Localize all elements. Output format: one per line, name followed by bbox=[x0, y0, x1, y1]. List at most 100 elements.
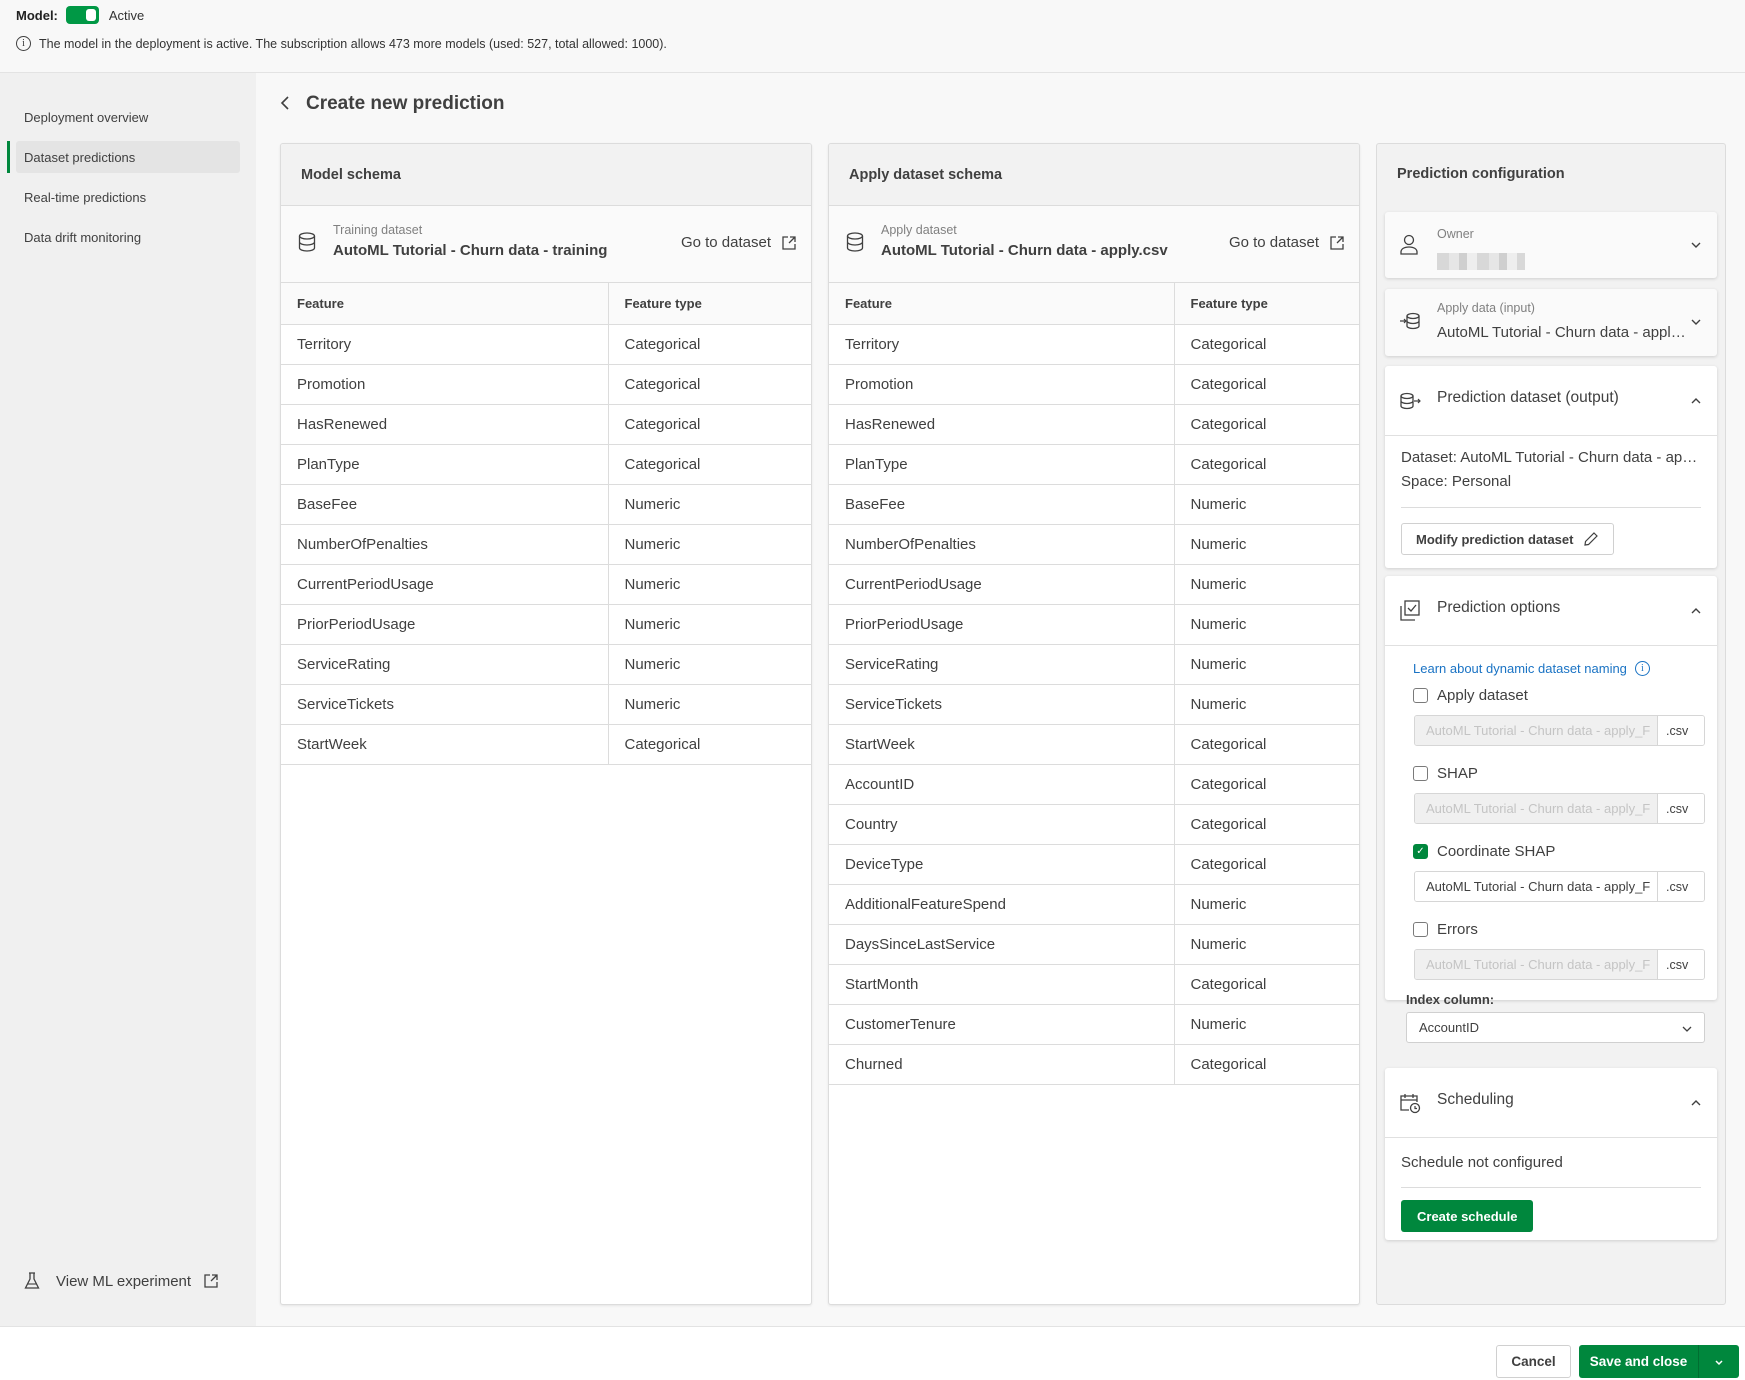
model-schema-table: Feature Feature type Territory Categorica… bbox=[281, 283, 811, 765]
feature-cell: ServiceTickets bbox=[281, 684, 609, 725]
model-active-toggle[interactable] bbox=[65, 6, 99, 24]
table-row: Promotion Categorical bbox=[281, 364, 811, 405]
table-row: HasRenewed Categorical bbox=[281, 404, 811, 445]
checkbox[interactable] bbox=[1413, 688, 1428, 703]
sidebar-item-label: Real-time predictions bbox=[24, 189, 147, 205]
cancel-label: Cancel bbox=[1511, 1354, 1556, 1369]
table-row: BaseFee Numeric bbox=[829, 484, 1359, 525]
prediction-dataset-section: Prediction dataset (output) Dataset: Aut… bbox=[1385, 366, 1717, 568]
go-to-dataset-link[interactable]: Go to dataset bbox=[1229, 234, 1345, 251]
save-and-close-button[interactable]: Save and close bbox=[1579, 1345, 1699, 1378]
option-label: Errors bbox=[1437, 921, 1478, 938]
go-to-dataset-link[interactable]: Go to dataset bbox=[681, 234, 797, 251]
sidebar-item-label: Data drift monitoring bbox=[24, 229, 142, 245]
training-dataset-row: Training dataset AutoML Tutorial - Churn… bbox=[281, 206, 811, 283]
feature-cell: ServiceRating bbox=[281, 644, 609, 685]
table-row: CustomerTenure Numeric bbox=[829, 1004, 1359, 1045]
save-options-dropdown[interactable] bbox=[1699, 1345, 1739, 1378]
filename-value: AutoML Tutorial - Churn data - apply_F bbox=[1415, 716, 1657, 745]
feature-type-cell: Numeric bbox=[1174, 564, 1359, 605]
table-row: AccountID Categorical bbox=[829, 764, 1359, 805]
apply-dataset-filename-input[interactable]: AutoML Tutorial - Churn data - apply_F .… bbox=[1414, 715, 1705, 746]
coordinate-shap-filename-input[interactable]: AutoML Tutorial - Churn data - apply_F .… bbox=[1414, 871, 1705, 902]
feature-type-cell: Numeric bbox=[1174, 644, 1359, 685]
model-info-message: i The model in the deployment is active.… bbox=[16, 36, 667, 51]
model-status-text: Active bbox=[108, 7, 145, 23]
prediction-options-header[interactable]: Prediction options bbox=[1385, 576, 1717, 646]
back-button[interactable] bbox=[280, 94, 290, 115]
feature-type-cell: Numeric bbox=[608, 524, 811, 565]
feature-type-cell: Numeric bbox=[1174, 484, 1359, 525]
feature-type-cell: Numeric bbox=[608, 684, 811, 725]
checkbox[interactable] bbox=[1413, 766, 1428, 781]
option-shap[interactable]: SHAP bbox=[1413, 765, 1478, 782]
shap-filename-input[interactable]: AutoML Tutorial - Churn data - apply_F .… bbox=[1414, 793, 1705, 824]
chevron-down-icon bbox=[1691, 319, 1701, 325]
feature-type-cell: Numeric bbox=[1174, 604, 1359, 645]
owner-selector[interactable]: Owner bbox=[1385, 212, 1717, 278]
table-row: Territory Categorical bbox=[281, 324, 811, 365]
dataset-name: AutoML Tutorial - Churn data - training bbox=[333, 242, 608, 259]
index-column-value: AccountID bbox=[1419, 1020, 1479, 1035]
feature-cell: DaysSinceLastService bbox=[829, 924, 1175, 965]
sidebar-item-real-time-predictions[interactable]: Real-time predictions bbox=[16, 181, 240, 213]
model-schema-title: Model schema bbox=[281, 144, 811, 206]
feature-type-cell: Categorical bbox=[608, 404, 811, 445]
feature-type-cell: Categorical bbox=[1174, 444, 1359, 485]
learn-dynamic-naming-link[interactable]: Learn about dynamic dataset naming i bbox=[1413, 661, 1650, 676]
errors-filename-input[interactable]: AutoML Tutorial - Churn data - apply_F .… bbox=[1414, 949, 1705, 980]
index-column-label: Index column: bbox=[1406, 992, 1495, 1007]
index-column-select[interactable]: AccountID bbox=[1406, 1012, 1705, 1043]
table-row: DaysSinceLastService Numeric bbox=[829, 924, 1359, 965]
info-icon: i bbox=[1634, 661, 1650, 676]
checkbox-checked[interactable]: ✓ bbox=[1413, 844, 1428, 859]
apply-data-caption: Apply data (input) bbox=[1437, 301, 1535, 315]
feature-cell: StartWeek bbox=[281, 724, 609, 765]
active-nav-indicator bbox=[7, 141, 10, 173]
modify-prediction-dataset-button[interactable]: Modify prediction dataset bbox=[1401, 523, 1615, 555]
feature-cell: CustomerTenure bbox=[829, 1004, 1175, 1045]
option-apply-dataset[interactable]: Apply dataset bbox=[1413, 687, 1528, 704]
footer-bar: Cancel Save and close bbox=[0, 1326, 1745, 1380]
table-row: HasRenewed Categorical bbox=[829, 404, 1359, 445]
create-schedule-button[interactable]: Create schedule bbox=[1401, 1200, 1534, 1232]
prediction-dataset-header[interactable]: Prediction dataset (output) bbox=[1385, 366, 1717, 436]
feature-cell: ServiceTickets bbox=[829, 684, 1175, 725]
feature-cell: ServiceRating bbox=[829, 644, 1175, 685]
feature-type-cell: Categorical bbox=[1174, 844, 1359, 885]
option-errors[interactable]: Errors bbox=[1413, 921, 1478, 938]
feature-type-cell: Numeric bbox=[1174, 684, 1359, 725]
feature-cell: Territory bbox=[829, 324, 1175, 365]
feature-type-cell: Numeric bbox=[1174, 884, 1359, 925]
sidebar-item-dataset-predictions[interactable]: Dataset predictions bbox=[16, 141, 240, 173]
prediction-dataset-name: Dataset: AutoML Tutorial - Churn data - … bbox=[1401, 449, 1701, 466]
feature-cell: PriorPeriodUsage bbox=[281, 604, 609, 645]
feature-cell: Churned bbox=[829, 1044, 1175, 1085]
owner-caption: Owner bbox=[1437, 227, 1474, 241]
feature-cell: HasRenewed bbox=[829, 404, 1175, 445]
column-header-feature-type: Feature type bbox=[608, 283, 811, 325]
calendar-clock-icon bbox=[1400, 1094, 1421, 1114]
prediction-options-label: Prediction options bbox=[1437, 599, 1561, 616]
apply-schema-title: Apply dataset schema bbox=[829, 144, 1359, 206]
database-icon bbox=[298, 232, 316, 252]
table-row: DeviceType Categorical bbox=[829, 844, 1359, 885]
chevron-up-icon bbox=[1691, 1100, 1701, 1106]
table-row: Promotion Categorical bbox=[829, 364, 1359, 405]
pencil-icon bbox=[1584, 532, 1599, 546]
checkbox[interactable] bbox=[1413, 922, 1428, 937]
feature-cell: BaseFee bbox=[829, 484, 1175, 525]
sidebar-item-data-drift-monitoring[interactable]: Data drift monitoring bbox=[16, 221, 240, 253]
table-row: ServiceRating Numeric bbox=[829, 644, 1359, 685]
cancel-button[interactable]: Cancel bbox=[1496, 1345, 1571, 1378]
sidebar-item-deployment-overview[interactable]: Deployment overview bbox=[16, 101, 240, 133]
feature-cell: CurrentPeriodUsage bbox=[281, 564, 609, 605]
model-schema-card: Model schema Training dataset AutoML Tut… bbox=[280, 143, 812, 1305]
filename-value: AutoML Tutorial - Churn data - apply_F bbox=[1415, 950, 1657, 979]
view-ml-experiment-link[interactable]: View ML experiment bbox=[24, 1272, 235, 1290]
feature-cell: Territory bbox=[281, 324, 609, 365]
scheduling-header[interactable]: Scheduling bbox=[1385, 1068, 1717, 1138]
apply-data-selector[interactable]: Apply data (input) AutoML Tutorial - Chu… bbox=[1385, 289, 1717, 356]
feature-type-cell: Categorical bbox=[608, 324, 811, 365]
option-coordinate-shap[interactable]: ✓ Coordinate SHAP bbox=[1413, 843, 1555, 860]
